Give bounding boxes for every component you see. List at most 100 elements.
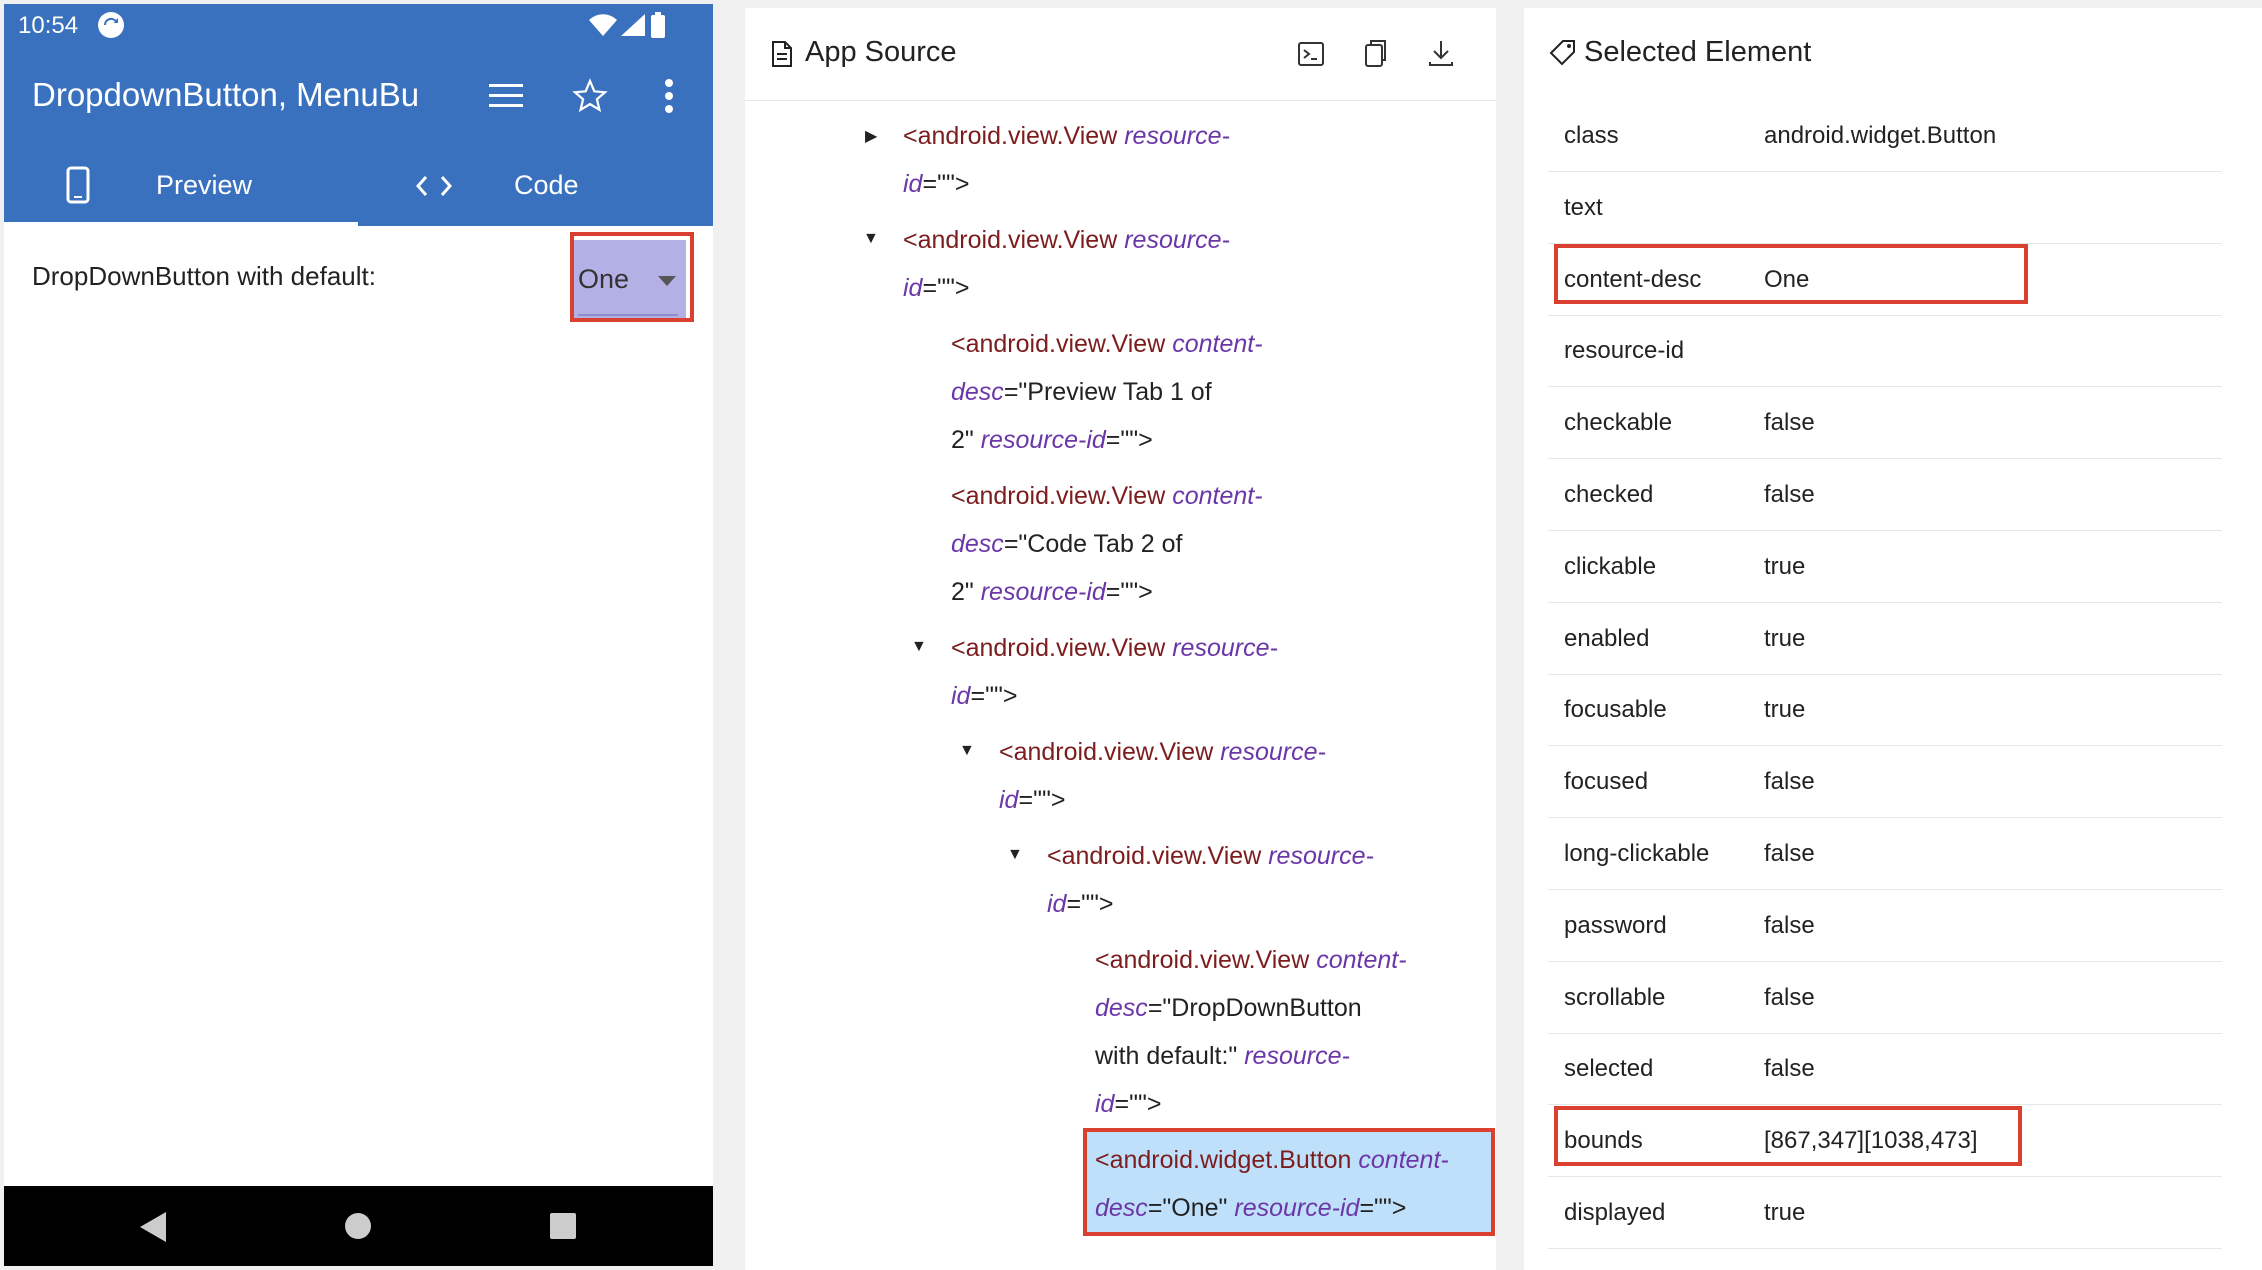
property-row-enabled: enabled true xyxy=(1548,603,2222,675)
app-bar: DropdownButton, MenuBu xyxy=(4,46,713,146)
download-icon[interactable] xyxy=(1427,38,1455,68)
highlight-box xyxy=(570,232,694,322)
app-source-panel: App Source ▶ <android.view.View resource… xyxy=(745,8,1496,1270)
property-row-checkable: checkable false xyxy=(1548,387,2222,460)
tree-node-line[interactable]: <android.view.View resource- xyxy=(951,624,1278,672)
tree-node-line: id=""> xyxy=(1095,1090,1162,1118)
property-row-password: password false xyxy=(1548,890,2222,962)
highlight-box xyxy=(1554,244,2028,304)
property-row-clickable: clickable true xyxy=(1548,531,2222,603)
recents-icon[interactable] xyxy=(550,1213,576,1239)
property-value[interactable]: false xyxy=(1764,840,1815,868)
app-source-title: App Source xyxy=(805,36,957,68)
property-key: focused xyxy=(1564,768,1649,796)
tree-node-line[interactable]: <android.view.View resource- xyxy=(1047,832,1374,880)
property-value[interactable]: false xyxy=(1764,984,1815,1012)
property-key: class xyxy=(1564,122,1619,149)
property-row-text: text xyxy=(1548,172,2222,244)
copy-icon[interactable] xyxy=(1363,38,1389,68)
tree-node-line: desc="Preview Tab 1 of xyxy=(951,378,1212,406)
sync-icon xyxy=(98,12,124,38)
nav-bar xyxy=(4,1186,713,1266)
property-row-long-clickable: long-clickable false xyxy=(1548,818,2222,890)
star-icon[interactable] xyxy=(572,78,608,114)
expanded-caret-icon[interactable]: ▼ xyxy=(863,230,879,248)
tag-icon xyxy=(1549,40,1575,66)
property-row-selected: selected false xyxy=(1548,1033,2222,1106)
property-row-resource-id: resource-id xyxy=(1548,315,2222,388)
terminal-icon[interactable] xyxy=(1297,40,1325,68)
property-row-class: class android.widget.Button xyxy=(1548,100,2222,172)
property-key: enabled xyxy=(1564,624,1650,652)
tree-node-line[interactable]: <android.view.View content- xyxy=(951,472,1263,520)
property-key: displayed xyxy=(1564,1199,1666,1226)
tree-node-line[interactable]: <android.view.View content- xyxy=(951,320,1263,368)
more-options-icon[interactable] xyxy=(664,78,674,114)
property-key: checkable xyxy=(1564,409,1673,437)
menu-icon[interactable] xyxy=(489,82,523,110)
property-row-checked: checked false xyxy=(1548,459,2222,531)
dropdown-label: DropDownButton with default: xyxy=(32,261,376,291)
property-value[interactable]: true xyxy=(1764,553,1805,581)
expanded-caret-icon[interactable]: ▼ xyxy=(1007,846,1023,864)
property-key: clickable xyxy=(1564,552,1657,580)
tree-node-line: id=""> xyxy=(903,170,970,198)
status-time: 10:54 xyxy=(18,12,79,39)
tree-node-line[interactable]: <android.view.View resource- xyxy=(903,112,1230,160)
selected-element-panel: Selected Element class android.widget.But… xyxy=(1524,8,2262,1270)
property-row-displayed: displayed true xyxy=(1548,1177,2222,1249)
tree-node-line: id=""> xyxy=(1047,890,1114,918)
tree-node-line: desc="Code Tab 2 of xyxy=(951,530,1183,558)
tree-node-line: with default:" resource- xyxy=(1095,1042,1350,1070)
tree-node-line: id=""> xyxy=(951,682,1018,710)
tree-node-line[interactable]: <android.view.View content- xyxy=(1095,936,1407,984)
tab-preview-label: Preview xyxy=(156,170,253,200)
tree-node-line: 2" resource-id=""> xyxy=(951,426,1153,454)
property-key: scrollable xyxy=(1564,983,1666,1011)
selected-element-title: Selected Element xyxy=(1584,36,1812,68)
property-key: checked xyxy=(1564,481,1654,508)
tree-node-line: id=""> xyxy=(999,786,1066,814)
tab-code[interactable]: Code xyxy=(358,146,713,226)
tree-node-line[interactable]: <android.view.View resource- xyxy=(903,216,1230,264)
app-title: DropdownButton, MenuBu xyxy=(32,76,420,113)
tab-code-label: Code xyxy=(514,170,579,200)
wifi-icon xyxy=(589,14,617,36)
home-icon[interactable] xyxy=(344,1212,372,1240)
property-value[interactable]: false xyxy=(1764,481,1815,509)
tree-node-line: 2" resource-id=""> xyxy=(951,578,1153,606)
property-key: long-clickable xyxy=(1564,840,1710,867)
tab-bar: Preview Code xyxy=(4,146,713,226)
property-value[interactable]: false xyxy=(1764,1055,1815,1083)
tree-node-line[interactable]: <android.view.View resource- xyxy=(999,728,1326,776)
app-source-header: App Source xyxy=(745,8,1496,101)
preview-content: DropDownButton with default: One xyxy=(4,226,713,1186)
property-key: resource-id xyxy=(1564,337,1685,365)
property-value[interactable]: true xyxy=(1764,696,1805,724)
property-key: focusable xyxy=(1564,696,1667,724)
property-key: password xyxy=(1564,911,1667,939)
signal-icon xyxy=(621,14,645,36)
property-row-scrollable: scrollable false xyxy=(1548,962,2222,1034)
expanded-caret-icon[interactable]: ▼ xyxy=(911,638,927,656)
phone-icon xyxy=(66,166,90,204)
tree-node-line: desc="DropDownButton xyxy=(1095,994,1362,1022)
back-icon[interactable] xyxy=(140,1212,166,1242)
collapsed-caret-icon[interactable]: ▶ xyxy=(865,126,877,146)
property-value[interactable]: true xyxy=(1764,625,1805,653)
status-bar: 10:54 xyxy=(4,4,713,46)
battery-icon xyxy=(651,12,665,38)
property-value[interactable]: android.widget.Button xyxy=(1764,122,1996,150)
device-screenshot: 10:54 DropdownButton, MenuBu Preview Cod… xyxy=(4,4,713,1266)
property-key: text xyxy=(1564,193,1603,221)
highlight-box xyxy=(1083,1128,1495,1236)
property-value[interactable]: false xyxy=(1764,912,1815,940)
property-row-focused: focused false xyxy=(1548,746,2222,819)
property-value[interactable]: true xyxy=(1764,1199,1805,1227)
property-row-focusable: focusable true xyxy=(1548,674,2222,747)
property-value[interactable]: false xyxy=(1764,409,1815,437)
expanded-caret-icon[interactable]: ▼ xyxy=(959,742,975,760)
highlight-box xyxy=(1554,1106,2022,1166)
property-value[interactable]: false xyxy=(1764,768,1815,796)
tab-preview[interactable]: Preview xyxy=(4,146,358,226)
